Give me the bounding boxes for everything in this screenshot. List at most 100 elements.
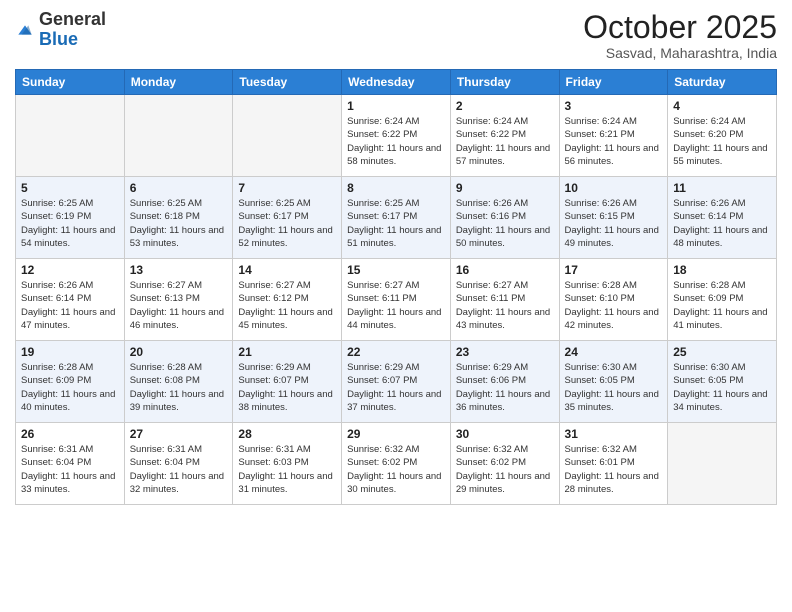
calendar-cell: 9 Sunrise: 6:26 AMSunset: 6:16 PMDaylight…: [450, 177, 559, 259]
calendar-cell: 7 Sunrise: 6:25 AMSunset: 6:17 PMDaylight…: [233, 177, 342, 259]
col-header-friday: Friday: [559, 70, 668, 95]
day-info: Sunrise: 6:27 AMSunset: 6:11 PMDaylight:…: [347, 279, 445, 332]
col-header-monday: Monday: [124, 70, 233, 95]
calendar-cell: 29Sunrise: 6:32 AMSunset: 6:02 PMDayligh…: [342, 423, 451, 505]
calendar-cell: 11 Sunrise: 6:26 AMSunset: 6:14 PMDayligh…: [668, 177, 777, 259]
calendar-cell: 6 Sunrise: 6:25 AMSunset: 6:18 PMDaylight…: [124, 177, 233, 259]
day-number: 11: [673, 181, 771, 195]
logo-icon: [15, 20, 35, 40]
day-info: Sunrise: 6:25 AMSunset: 6:19 PMDaylight:…: [21, 197, 119, 250]
calendar-cell: [124, 95, 233, 177]
col-header-thursday: Thursday: [450, 70, 559, 95]
calendar-cell: [668, 423, 777, 505]
day-number: 5: [21, 181, 119, 195]
day-info: Sunrise: 6:26 AMSunset: 6:14 PMDaylight:…: [21, 279, 119, 332]
day-number: 4: [673, 99, 771, 113]
calendar-week-1: 1 Sunrise: 6:24 AMSunset: 6:22 PMDaylight…: [16, 95, 777, 177]
day-number: 19: [21, 345, 119, 359]
calendar-cell: 15 Sunrise: 6:27 AMSunset: 6:11 PMDayligh…: [342, 259, 451, 341]
calendar-cell: 23Sunrise: 6:29 AMSunset: 6:06 PMDayligh…: [450, 341, 559, 423]
day-number: 18: [673, 263, 771, 277]
calendar-cell: 16 Sunrise: 6:27 AMSunset: 6:11 PMDayligh…: [450, 259, 559, 341]
calendar-cell: 5 Sunrise: 6:25 AMSunset: 6:19 PMDaylight…: [16, 177, 125, 259]
day-info: Sunrise: 6:25 AMSunset: 6:17 PMDaylight:…: [347, 197, 445, 250]
title-block: October 2025 Sasvad, Maharashtra, India: [583, 10, 777, 61]
header: General Blue October 2025 Sasvad, Mahara…: [15, 10, 777, 61]
day-number: 1: [347, 99, 445, 113]
calendar-header-row: SundayMondayTuesdayWednesdayThursdayFrid…: [16, 70, 777, 95]
day-info: Sunrise: 6:26 AMSunset: 6:14 PMDaylight:…: [673, 197, 771, 250]
calendar-cell: [233, 95, 342, 177]
day-number: 8: [347, 181, 445, 195]
day-info: Sunrise: 6:27 AMSunset: 6:12 PMDaylight:…: [238, 279, 336, 332]
calendar-cell: 8 Sunrise: 6:25 AMSunset: 6:17 PMDaylight…: [342, 177, 451, 259]
calendar-cell: 18Sunrise: 6:28 AMSunset: 6:09 PMDayligh…: [668, 259, 777, 341]
calendar-cell: 21 Sunrise: 6:29 AMSunset: 6:07 PMDayligh…: [233, 341, 342, 423]
day-info: Sunrise: 6:24 AMSunset: 6:22 PMDaylight:…: [456, 115, 554, 168]
page: General Blue October 2025 Sasvad, Mahara…: [0, 0, 792, 612]
month-title: October 2025: [583, 10, 777, 45]
calendar-cell: 30 Sunrise: 6:32 AMSunset: 6:02 PMDayligh…: [450, 423, 559, 505]
day-number: 24: [565, 345, 663, 359]
logo-blue: Blue: [39, 29, 78, 49]
calendar-cell: 26Sunrise: 6:31 AMSunset: 6:04 PMDayligh…: [16, 423, 125, 505]
day-info: Sunrise: 6:25 AMSunset: 6:18 PMDaylight:…: [130, 197, 228, 250]
day-info: Sunrise: 6:27 AMSunset: 6:13 PMDaylight:…: [130, 279, 228, 332]
day-info: Sunrise: 6:30 AMSunset: 6:05 PMDaylight:…: [673, 361, 771, 414]
day-info: Sunrise: 6:24 AMSunset: 6:22 PMDaylight:…: [347, 115, 445, 168]
calendar-cell: 2Sunrise: 6:24 AMSunset: 6:22 PMDaylight…: [450, 95, 559, 177]
day-number: 30: [456, 427, 554, 441]
day-info: Sunrise: 6:31 AMSunset: 6:04 PMDaylight:…: [130, 443, 228, 496]
calendar-cell: 10 Sunrise: 6:26 AMSunset: 6:15 PMDayligh…: [559, 177, 668, 259]
calendar-cell: 31 Sunrise: 6:32 AMSunset: 6:01 PMDayligh…: [559, 423, 668, 505]
day-info: Sunrise: 6:27 AMSunset: 6:11 PMDaylight:…: [456, 279, 554, 332]
day-number: 31: [565, 427, 663, 441]
day-number: 25: [673, 345, 771, 359]
day-info: Sunrise: 6:30 AMSunset: 6:05 PMDaylight:…: [565, 361, 663, 414]
calendar-cell: 24 Sunrise: 6:30 AMSunset: 6:05 PMDayligh…: [559, 341, 668, 423]
day-number: 15: [347, 263, 445, 277]
day-number: 7: [238, 181, 336, 195]
calendar-cell: 12Sunrise: 6:26 AMSunset: 6:14 PMDayligh…: [16, 259, 125, 341]
calendar-cell: 14 Sunrise: 6:27 AMSunset: 6:12 PMDayligh…: [233, 259, 342, 341]
calendar-week-2: 5 Sunrise: 6:25 AMSunset: 6:19 PMDaylight…: [16, 177, 777, 259]
day-info: Sunrise: 6:29 AMSunset: 6:07 PMDaylight:…: [347, 361, 445, 414]
day-number: 13: [130, 263, 228, 277]
day-number: 21: [238, 345, 336, 359]
logo: General Blue: [15, 10, 106, 50]
day-number: 26: [21, 427, 119, 441]
day-number: 3: [565, 99, 663, 113]
calendar-week-4: 19Sunrise: 6:28 AMSunset: 6:09 PMDayligh…: [16, 341, 777, 423]
calendar-cell: [16, 95, 125, 177]
col-header-tuesday: Tuesday: [233, 70, 342, 95]
day-info: Sunrise: 6:32 AMSunset: 6:02 PMDaylight:…: [456, 443, 554, 496]
day-number: 14: [238, 263, 336, 277]
col-header-saturday: Saturday: [668, 70, 777, 95]
calendar-cell: 19Sunrise: 6:28 AMSunset: 6:09 PMDayligh…: [16, 341, 125, 423]
logo-general: General: [39, 9, 106, 29]
day-info: Sunrise: 6:24 AMSunset: 6:20 PMDaylight:…: [673, 115, 771, 168]
day-number: 6: [130, 181, 228, 195]
day-number: 17: [565, 263, 663, 277]
calendar-table: SundayMondayTuesdayWednesdayThursdayFrid…: [15, 69, 777, 505]
day-number: 22: [347, 345, 445, 359]
calendar-cell: 3Sunrise: 6:24 AMSunset: 6:21 PMDaylight…: [559, 95, 668, 177]
day-info: Sunrise: 6:28 AMSunset: 6:10 PMDaylight:…: [565, 279, 663, 332]
day-number: 9: [456, 181, 554, 195]
day-info: Sunrise: 6:32 AMSunset: 6:01 PMDaylight:…: [565, 443, 663, 496]
calendar-week-3: 12Sunrise: 6:26 AMSunset: 6:14 PMDayligh…: [16, 259, 777, 341]
subtitle: Sasvad, Maharashtra, India: [583, 45, 777, 61]
calendar-cell: 13 Sunrise: 6:27 AMSunset: 6:13 PMDayligh…: [124, 259, 233, 341]
calendar-cell: 27Sunrise: 6:31 AMSunset: 6:04 PMDayligh…: [124, 423, 233, 505]
day-info: Sunrise: 6:29 AMSunset: 6:07 PMDaylight:…: [238, 361, 336, 414]
day-info: Sunrise: 6:25 AMSunset: 6:17 PMDaylight:…: [238, 197, 336, 250]
day-info: Sunrise: 6:26 AMSunset: 6:16 PMDaylight:…: [456, 197, 554, 250]
day-number: 29: [347, 427, 445, 441]
day-number: 10: [565, 181, 663, 195]
col-header-wednesday: Wednesday: [342, 70, 451, 95]
day-info: Sunrise: 6:26 AMSunset: 6:15 PMDaylight:…: [565, 197, 663, 250]
day-number: 16: [456, 263, 554, 277]
col-header-sunday: Sunday: [16, 70, 125, 95]
calendar-cell: 28Sunrise: 6:31 AMSunset: 6:03 PMDayligh…: [233, 423, 342, 505]
logo-text: General Blue: [39, 10, 106, 50]
